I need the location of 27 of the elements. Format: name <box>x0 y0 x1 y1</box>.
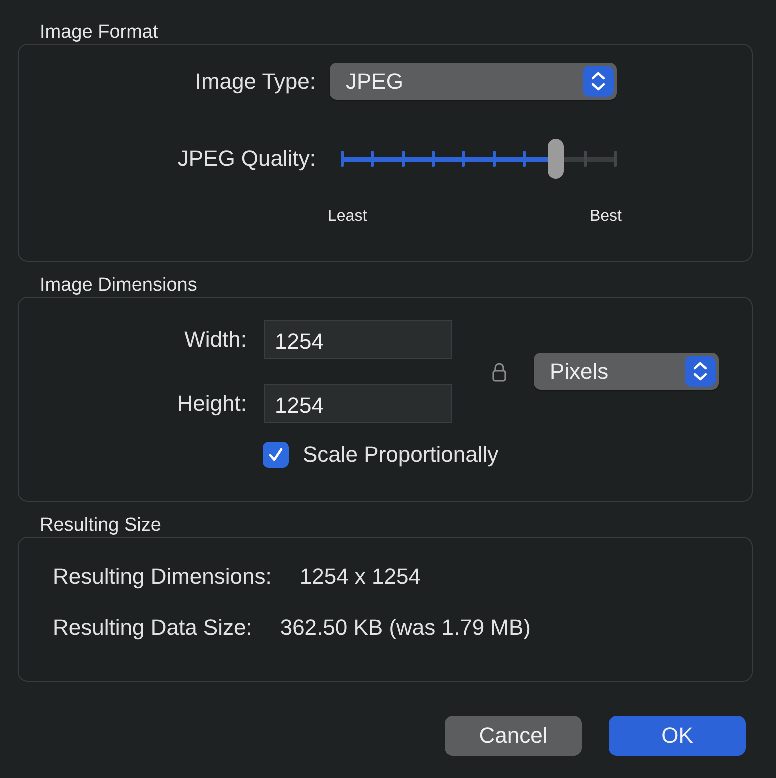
section-title: Image Dimensions <box>40 274 198 297</box>
checkmark-icon <box>267 446 285 464</box>
cancel-button[interactable]: Cancel <box>445 716 582 756</box>
checkbox-label: Scale Proportionally <box>303 442 499 468</box>
slider-thumb[interactable] <box>548 139 564 179</box>
result-value: 1254 x 1254 <box>300 564 421 590</box>
section-title: Image Format <box>40 21 160 44</box>
lock-icon[interactable] <box>492 362 506 382</box>
scale-checkbox[interactable] <box>263 442 289 468</box>
result-label: Resulting Dimensions: <box>53 564 272 590</box>
units-popup[interactable]: Pixels <box>534 353 719 390</box>
up-down-chevron-icon[interactable] <box>583 66 614 97</box>
ok-button[interactable]: OK <box>609 716 746 756</box>
height-field[interactable]: 1254 <box>264 384 452 423</box>
result-label: Resulting Data Size: <box>53 615 252 641</box>
width-label: Width: <box>184 326 247 352</box>
up-down-chevron-icon[interactable] <box>685 356 716 387</box>
result-value: 362.50 KB (was 1.79 MB) <box>280 615 532 641</box>
quality-label: JPEG Quality: <box>176 146 316 172</box>
image-type-label: Image Type: <box>194 68 316 94</box>
least-label: Least <box>328 208 368 226</box>
height-label: Height: <box>176 390 247 416</box>
quality-slider[interactable] <box>341 139 617 179</box>
section-title: Resulting Size <box>40 514 162 537</box>
width-field[interactable]: 1254 <box>264 320 452 359</box>
best-label: Best <box>590 208 622 226</box>
image-type-popup[interactable]: JPEG <box>330 63 617 100</box>
